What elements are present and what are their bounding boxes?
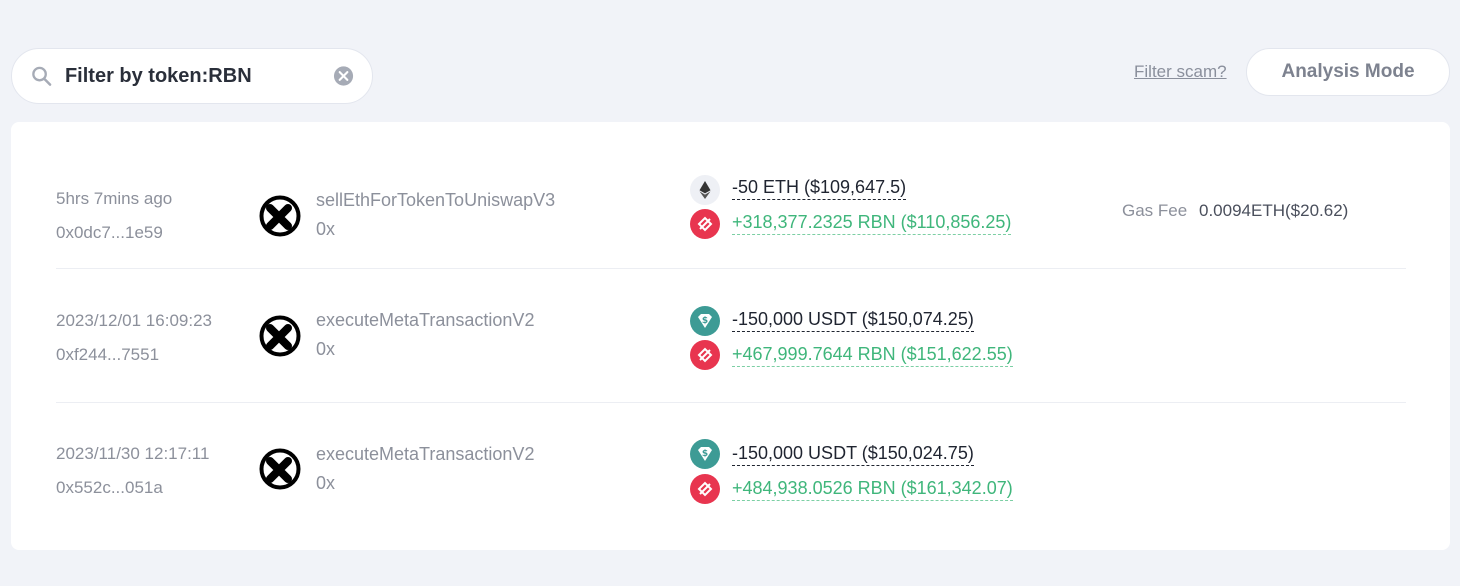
gas-fee-label: Gas Fee <box>1122 201 1188 220</box>
usdt-icon: $ <box>690 306 720 336</box>
eth-icon <box>690 175 720 205</box>
tx-time: 5hrs 7mins ago <box>56 189 173 208</box>
analysis-mode-button[interactable]: Analysis Mode <box>1246 48 1450 96</box>
transactions-list: 5hrs 7mins ago 0x0dc7...1e59 sellEthForT… <box>11 122 1450 550</box>
token-out-amount[interactable]: -150,000 USDT ($150,024.75) <box>732 443 974 466</box>
tx-to-address[interactable]: 0x <box>316 473 335 494</box>
token-out-amount[interactable]: -50 ETH ($109,647.5) <box>732 177 907 200</box>
rbn-icon <box>690 340 720 370</box>
svg-text:$: $ <box>702 449 708 459</box>
token-out-amount[interactable]: -150,000 USDT ($150,074.25) <box>732 309 974 332</box>
usdt-icon: $ <box>690 439 720 469</box>
clear-icon[interactable] <box>333 65 354 87</box>
0x-protocol-icon <box>259 195 301 237</box>
tx-hash-link[interactable]: 0xf244...7551 <box>56 345 159 365</box>
tx-method: sellEthForTokenToUniswapV3 <box>316 190 556 210</box>
transaction-row: 5hrs 7mins ago 0x0dc7...1e59 sellEthForT… <box>56 135 1406 269</box>
tx-to-address[interactable]: 0x <box>316 219 335 240</box>
tx-method: executeMetaTransactionV2 <box>316 444 535 464</box>
token-filter-search[interactable] <box>11 48 373 104</box>
gas-fee-value: 0.0094ETH($20.62) <box>1199 201 1349 220</box>
tx-hash-link[interactable]: 0x552c...051a <box>56 478 163 498</box>
tx-method: executeMetaTransactionV2 <box>316 310 535 330</box>
search-icon <box>32 66 52 86</box>
transaction-row: 2023/11/30 12:17:11 0x552c...051a execut… <box>56 403 1406 537</box>
tx-hash-link[interactable]: 0x0dc7...1e59 <box>56 223 163 243</box>
rbn-icon <box>690 209 720 239</box>
tx-to-address[interactable]: 0x <box>316 339 335 360</box>
tx-time: 2023/11/30 12:17:11 <box>56 444 210 463</box>
tx-time: 2023/12/01 16:09:23 <box>56 311 212 330</box>
token-in-amount[interactable]: +467,999.7644 RBN ($151,622.55) <box>732 344 1013 367</box>
0x-protocol-icon <box>259 448 301 490</box>
svg-text:$: $ <box>702 316 708 326</box>
transaction-row: 2023/12/01 16:09:23 0xf244...7551 execut… <box>56 269 1406 403</box>
token-in-amount[interactable]: +484,938.0526 RBN ($161,342.07) <box>732 478 1013 501</box>
0x-protocol-icon <box>259 315 301 357</box>
token-in-amount[interactable]: +318,377.2325 RBN ($110,856.25) <box>732 212 1012 235</box>
rbn-icon <box>690 474 720 504</box>
search-input[interactable] <box>64 64 333 88</box>
filter-scam-link[interactable]: Filter scam? <box>1134 62 1227 82</box>
